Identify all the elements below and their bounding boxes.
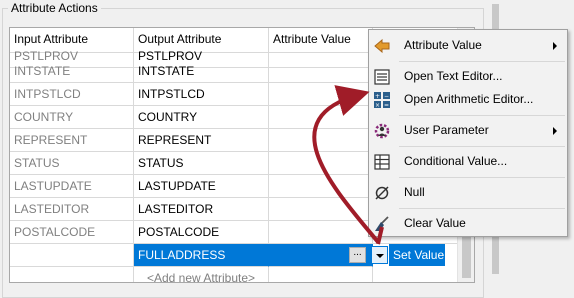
- menu-item-label: Open Text Editor...: [404, 69, 503, 83]
- attribute-value-cell[interactable]: [269, 198, 373, 221]
- input-attribute-cell[interactable]: LASTEDITOR: [10, 198, 134, 221]
- attribute-value-cell: [269, 267, 373, 282]
- attribute-value-cell[interactable]: [269, 129, 373, 152]
- attribute-value-cell[interactable]: [269, 152, 373, 175]
- input-attribute-cell[interactable]: INTSTATE: [10, 60, 134, 83]
- attribute-value-cell[interactable]: [269, 83, 373, 106]
- output-attribute-cell[interactable]: REPRESENT: [134, 129, 269, 152]
- action-cell[interactable]: Set Value: [389, 244, 445, 266]
- input-attribute-cell: [10, 267, 134, 282]
- output-attribute-cell[interactable]: INTPSTLCD: [134, 83, 269, 106]
- menu-separator: [399, 61, 565, 62]
- output-attribute-cell[interactable]: LASTUPDATE: [134, 175, 269, 198]
- output-attribute-cell[interactable]: INTSTATE: [134, 60, 269, 83]
- group-title: Attribute Actions: [8, 1, 101, 15]
- attribute-value-cell[interactable]: [269, 175, 373, 198]
- broom-icon: [375, 216, 389, 231]
- input-attribute-cell[interactable]: POSTALCODE: [10, 221, 134, 244]
- menu-item-clear-value[interactable]: Clear Value: [369, 212, 567, 236]
- attribute-value-cell[interactable]: [269, 106, 373, 129]
- selected-table-row[interactable]: FULLADDRESS ... Set Value: [10, 244, 458, 267]
- input-attribute-cell[interactable]: COUNTRY: [10, 106, 134, 129]
- svg-text:×: ×: [375, 102, 380, 109]
- attribute-value-cell[interactable]: [269, 221, 373, 244]
- menu-item-null[interactable]: Null: [369, 181, 567, 205]
- svg-text:+: +: [375, 93, 380, 100]
- input-attribute-cell[interactable]: REPRESENT: [10, 129, 134, 152]
- output-attribute-cell[interactable]: LASTEDITOR: [134, 198, 269, 221]
- menu-item-attribute-value[interactable]: Attribute Value: [369, 34, 567, 58]
- menu-item-label: Conditional Value...: [404, 154, 508, 168]
- attribute-value-cell[interactable]: [269, 60, 373, 83]
- input-attribute-cell[interactable]: INTPSTLCD: [10, 83, 134, 106]
- text-editor-icon: [374, 69, 390, 85]
- attribute-value-icon: [374, 38, 390, 54]
- menu-item-label: User Parameter: [404, 123, 489, 137]
- menu-separator: [399, 177, 565, 178]
- output-attribute-cell[interactable]: COUNTRY: [134, 106, 269, 129]
- menu-item-label: Attribute Value: [404, 38, 482, 52]
- submenu-arrow-icon: [553, 42, 557, 50]
- ellipsis-button[interactable]: ...: [349, 247, 366, 263]
- menu-separator: [399, 146, 565, 147]
- null-icon: [375, 186, 389, 200]
- menu-item-label: Clear Value: [404, 216, 466, 230]
- submenu-arrow-icon: [553, 127, 557, 135]
- input-attribute-cell[interactable]: [10, 244, 134, 267]
- input-attribute-cell[interactable]: LASTUPDATE: [10, 175, 134, 198]
- menu-item-user-parameter[interactable]: User Parameter: [369, 119, 567, 143]
- svg-text:−: −: [384, 93, 389, 100]
- output-attribute-cell[interactable]: POSTALCODE: [134, 221, 269, 244]
- output-attribute-cell[interactable]: STATUS: [134, 152, 269, 175]
- menu-separator: [399, 115, 565, 116]
- output-attribute-cell[interactable]: FULLADDRESS: [134, 244, 269, 267]
- menu-item-open-arithmetic-editor[interactable]: + − × = Open Arithmetic Editor...: [369, 88, 567, 112]
- input-attribute-cell[interactable]: STATUS: [10, 152, 134, 175]
- chevron-down-icon: [376, 254, 384, 258]
- extra-cell: [373, 267, 458, 282]
- menu-item-open-text-editor[interactable]: Open Text Editor...: [369, 65, 567, 89]
- user-parameter-icon: [374, 123, 390, 139]
- menu-item-label: Open Arithmetic Editor...: [404, 92, 534, 106]
- add-new-attribute-cell[interactable]: <Add new Attribute>: [134, 267, 269, 282]
- arithmetic-editor-icon: + − × =: [374, 92, 390, 109]
- conditional-table-icon: [374, 154, 390, 170]
- context-menu: Attribute Value Open Text Editor... + − …: [368, 29, 568, 237]
- menu-item-label: Null: [404, 185, 425, 199]
- add-attribute-row[interactable]: <Add new Attribute>: [10, 267, 458, 282]
- menu-item-conditional-value[interactable]: Conditional Value...: [369, 150, 567, 174]
- menu-separator: [399, 208, 565, 209]
- value-dropdown-button[interactable]: [371, 246, 388, 264]
- svg-text:=: =: [384, 102, 389, 109]
